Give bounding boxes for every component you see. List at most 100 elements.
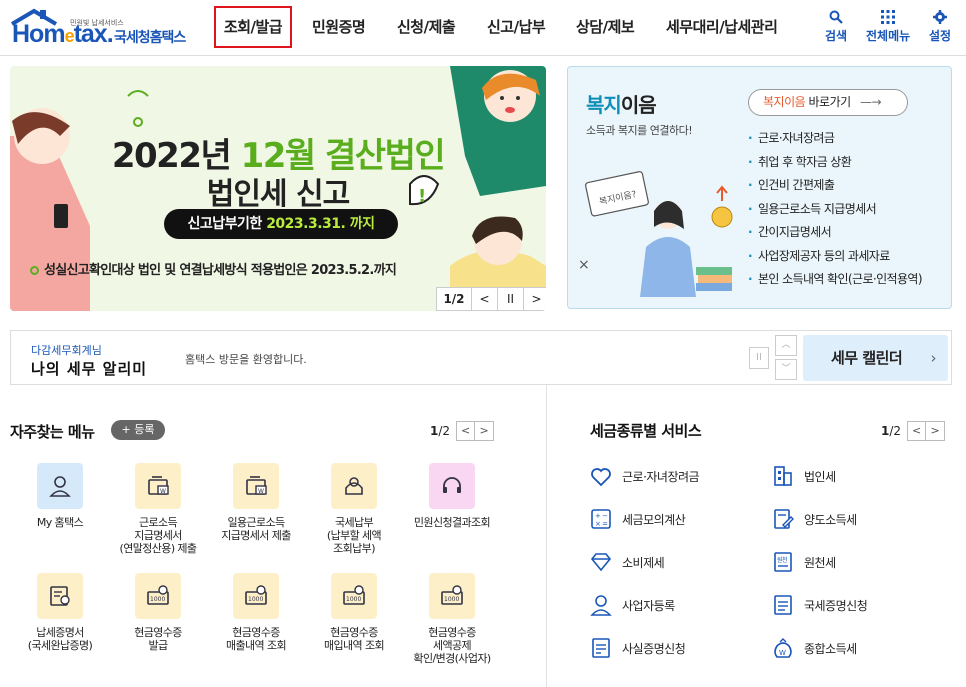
banner-deadline: 신고납부기한 2023.3.31. 까지 (164, 209, 398, 239)
svg-text:+ −: + − (595, 512, 608, 520)
svg-text:W: W (160, 488, 166, 495)
withholding-icon: 원천 (770, 550, 796, 574)
notifier-pause-button[interactable]: II (749, 347, 769, 369)
settings-label: 설정 (929, 29, 952, 43)
svg-text:1000: 1000 (444, 596, 459, 603)
heart-icon (588, 464, 614, 488)
user-icon (37, 463, 83, 509)
tax-service-item[interactable]: 법인세 (770, 464, 836, 488)
favorite-menu-label: 민원신청결과조회 (413, 516, 491, 529)
favorite-menu-item[interactable]: 납세증명서 (국세완납증명) (12, 573, 108, 652)
tax-services-next-button[interactable]: > (926, 421, 946, 441)
welfare-item[interactable]: 인건비 간편제출 (748, 174, 922, 198)
svg-text:1000: 1000 (248, 596, 263, 603)
receipt-icon: 1000 (331, 573, 377, 619)
favorite-menu-label: 납세증명서 (국세완납증명) (27, 626, 93, 652)
welfare-item[interactable]: 사업장제공자 등의 과세자료 (748, 245, 922, 269)
tax-service-item[interactable]: 양도소득세 (770, 507, 857, 531)
banner-page: 1/2 (443, 292, 465, 306)
favorite-menu-label: 현금영수증 세액공제 확인/변경(사업자) (413, 626, 491, 665)
logo-wordmark: Hometax. (12, 20, 114, 48)
grid-icon (881, 10, 896, 24)
welfare-item[interactable]: 취업 후 학자금 상환 (748, 151, 922, 175)
user-name: 다감세무회계님 (31, 344, 102, 357)
tax-service-label: 세금모의계산 (622, 512, 686, 527)
tax-service-item[interactable]: W 종합소득세 (770, 636, 857, 660)
nav-apply-submit[interactable]: 신청/제출 (397, 11, 456, 43)
banner-pause-button[interactable]: II (497, 288, 523, 310)
main-banner[interactable]: ! 2022년 12월 결산법인 법인세 신고 신고납부기한 2023.3.31… (10, 66, 546, 311)
tax-service-item[interactable]: 소비제세 (588, 550, 665, 574)
nav-report-pay[interactable]: 신고/납부 (487, 11, 546, 43)
hometax-logo[interactable]: 민원빛 납세서비스 Hometax. 국세청홈택스 (10, 8, 200, 48)
favorite-menu-item[interactable]: 1000 현금영수증 매입내역 조회 (306, 573, 402, 652)
tax-services-pager: 1/2 < > (881, 421, 946, 441)
tax-service-item[interactable]: + − × = 세금모의계산 (588, 507, 686, 531)
top-header: 민원빛 납세서비스 Hometax. 국세청홈택스 조회/발급 민원증명 신청/… (0, 0, 966, 56)
svg-text:×: × (578, 257, 590, 273)
tax-service-label: 법인세 (804, 469, 836, 484)
favorite-menu-item[interactable]: 1000 현금영수증 발급 (110, 573, 206, 652)
nav-inquiry-issuance[interactable]: 조회/발급 (214, 6, 292, 48)
notifier-message: 홈택스 방문을 환영합니다. (185, 353, 307, 366)
favorite-menu-label: 현금영수증 매출내역 조회 (225, 626, 287, 652)
welfare-item[interactable]: 일용근로소득 지급명세서 (748, 198, 922, 222)
tax-service-item[interactable]: 사업자등록 (588, 593, 675, 617)
favorite-menu-item[interactable]: W 근로소득 지급명세서 (연말정산용) 제출 (110, 463, 206, 555)
favorites-next-button[interactable]: > (475, 421, 495, 441)
favorite-menu-item[interactable]: W 일용근로소득 지급명세서 제출 (208, 463, 304, 542)
welfare-item[interactable]: 간이지급명세서 (748, 221, 922, 245)
tax-service-item[interactable]: 사실증명신청 (588, 636, 686, 660)
nav-civil-certificate[interactable]: 민원증명 (312, 11, 366, 43)
gear-icon (933, 10, 948, 24)
favorite-menu-item[interactable]: My 홈택스 (12, 463, 108, 529)
bullet-icon (30, 266, 39, 275)
tax-services-page: 1/2 (881, 424, 902, 438)
favorites-title: 자주찾는 메뉴 (10, 423, 95, 441)
welfare-title: 복지이음 (586, 93, 657, 117)
tax-calendar-button[interactable]: 세무 캘린더 › (803, 335, 948, 381)
welfare-item[interactable]: 본인 소득내역 확인(근로·인적용역) (748, 268, 923, 292)
banner-subtitle: 법인세 신고 (206, 177, 350, 212)
welfare-item[interactable]: 근로·자녀장려금 (748, 127, 922, 151)
banner-next-button[interactable]: > (523, 288, 546, 310)
favorite-menu-item[interactable]: 국세납부 (납부할 세액 조회납부) (306, 463, 402, 555)
tax-service-item[interactable]: 근로·자녀장려금 (588, 464, 700, 488)
tax-service-item[interactable]: 국세증명신청 (770, 593, 868, 617)
favorite-menu-label: 일용근로소득 지급명세서 제출 (221, 516, 291, 542)
welfare-description: 소득과 복지를 연결하다! (586, 124, 693, 137)
nav-tax-agent[interactable]: 세무대리/납세관리 (666, 11, 778, 43)
favorite-menu-item[interactable]: 1000 현금영수증 매출내역 조회 (208, 573, 304, 652)
favorite-menu-item[interactable]: 1000 현금영수증 세액공제 확인/변경(사업자) (404, 573, 500, 665)
notifier-up-button[interactable]: ︿ (775, 335, 797, 356)
tax-service-label: 소비제세 (622, 555, 665, 570)
welfare-shortcut-button[interactable]: 복지이음 바로가기 —→ (748, 89, 908, 116)
chevron-right-icon: › (930, 349, 937, 367)
nav-consult-report[interactable]: 상담/제보 (576, 11, 635, 43)
svg-text:W: W (779, 649, 786, 657)
receipt-icon: 1000 (233, 573, 279, 619)
search-button[interactable]: 검색 (825, 10, 847, 44)
favorite-menu-label: 국세납부 (납부할 세액 조회납부) (326, 516, 382, 555)
add-favorite-button[interactable]: + 등록 (111, 420, 165, 440)
tax-service-item[interactable]: 원천 원천세 (770, 550, 836, 574)
svg-text:1000: 1000 (150, 596, 165, 603)
favorites-pager: 1/2 < > (430, 421, 495, 441)
settings-button[interactable]: 설정 (929, 10, 951, 44)
receipt-icon: 1000 (135, 573, 181, 619)
all-menu-button[interactable]: 전체메뉴 (866, 10, 910, 44)
favorites-prev-button[interactable]: < (456, 421, 476, 441)
receipt-icon: 1000 (429, 573, 475, 619)
tax-service-label: 종합소득세 (804, 641, 857, 656)
diamond-icon (588, 550, 614, 574)
favorite-menu-item[interactable]: 민원신청결과조회 (404, 463, 500, 529)
tax-service-label: 원천세 (804, 555, 836, 570)
banner-controls: 1/2 < II > (436, 287, 546, 311)
search-icon (829, 10, 843, 24)
notifier-down-button[interactable]: ﹀ (775, 359, 797, 380)
document-submit-icon: W (135, 463, 181, 509)
svg-text:1000: 1000 (346, 596, 361, 603)
tax-services-prev-button[interactable]: < (907, 421, 927, 441)
banner-prev-button[interactable]: < (471, 288, 497, 310)
favorites-page: 1/2 (430, 424, 451, 438)
